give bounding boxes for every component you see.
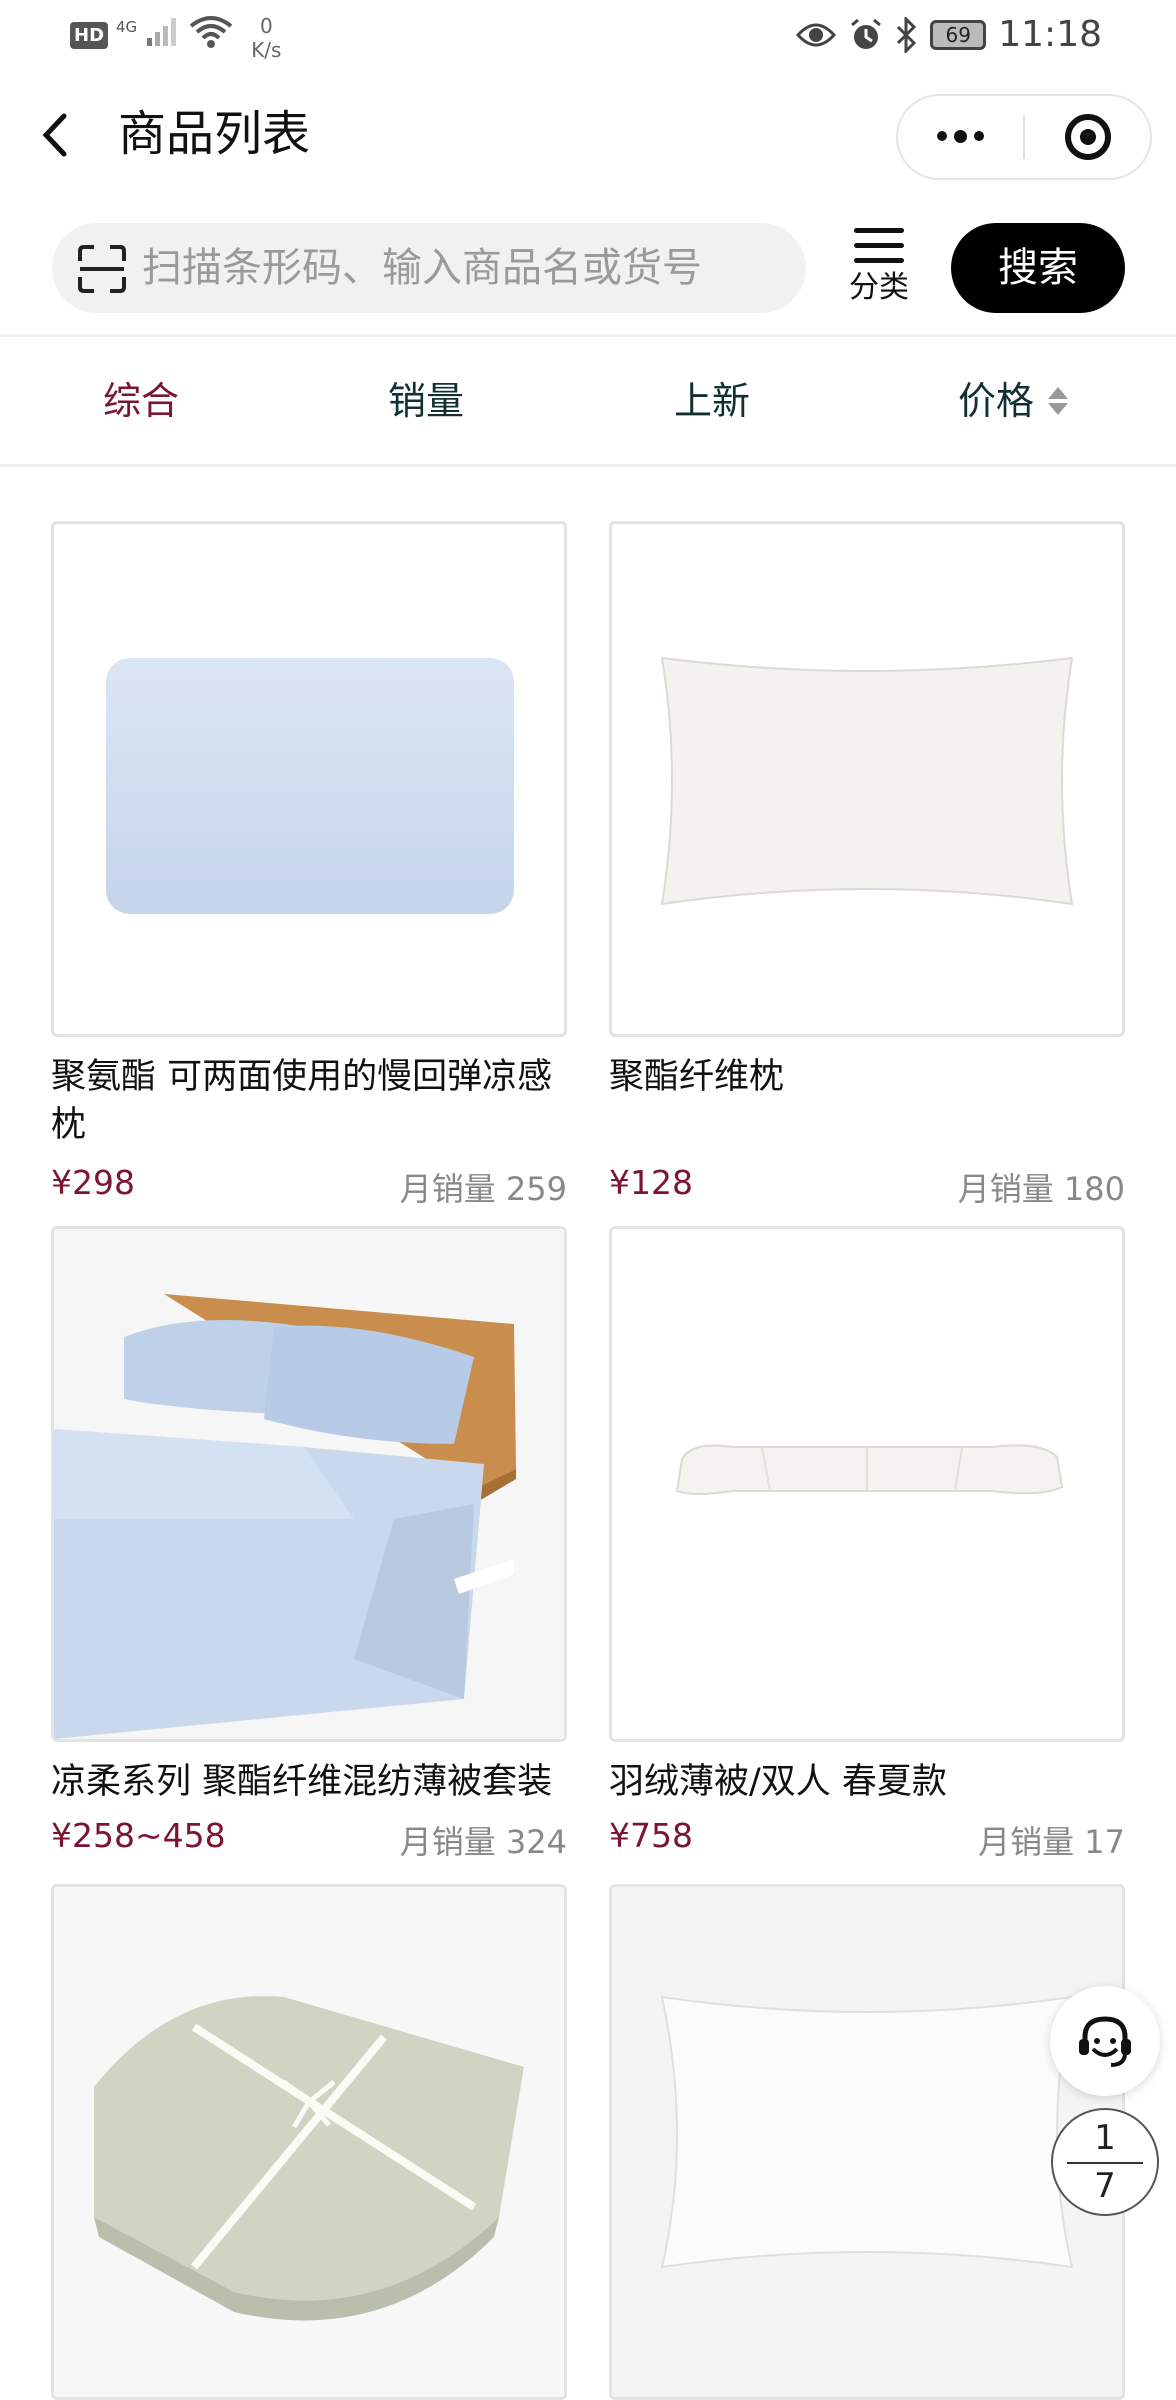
tab-new[interactable]: 上新 — [674, 338, 750, 464]
divider — [0, 334, 1176, 337]
close-mini-program-button[interactable] — [1025, 96, 1150, 178]
product-image[interactable] — [51, 1226, 567, 1742]
product-name: 凉柔系列 聚酯纤维混纺薄被套装 — [51, 1762, 553, 1802]
eye-icon — [796, 23, 837, 46]
tab-price-label: 价格 — [958, 379, 1035, 423]
list-icon — [854, 226, 904, 266]
product-sales: 月销量 324 — [399, 1823, 567, 1861]
headset-icon — [1079, 2016, 1131, 2067]
product-image[interactable] — [51, 1884, 567, 2400]
network-label: 4G — [116, 18, 138, 36]
chevron-left-icon — [42, 113, 67, 157]
search-row: 扫描条形码、输入商品名或货号 分类 搜索 — [0, 216, 1176, 326]
status-bar: HD 4G 0 K/s 69 11:18 — [0, 0, 1176, 76]
pillow-blue-image — [106, 658, 514, 914]
product-name: 羽绒薄被/双人 春夏款 — [609, 1762, 947, 1802]
product-image[interactable] — [609, 1226, 1125, 1742]
net-speed: 0 K/s — [251, 14, 281, 62]
product-image[interactable] — [609, 1884, 1125, 2400]
net-speed-unit: K/s — [251, 38, 282, 62]
folded-quilt-image — [54, 1887, 564, 2397]
product-price: ¥758 — [609, 1816, 693, 1855]
tab-sales[interactable]: 销量 — [388, 338, 464, 464]
search-button[interactable]: 搜索 — [951, 223, 1125, 313]
bed-set-image — [54, 1229, 564, 1739]
product-sales: 月销量 17 — [978, 1823, 1125, 1861]
customer-service-button[interactable] — [1050, 1986, 1160, 2096]
product-image[interactable] — [51, 521, 567, 1037]
search-placeholder: 扫描条形码、输入商品名或货号 — [142, 245, 702, 291]
bluetooth-icon — [897, 16, 917, 53]
alarm-icon — [851, 18, 882, 49]
product-price: ¥298 — [51, 1163, 135, 1202]
sort-arrows-icon — [1048, 383, 1069, 419]
more-button[interactable] — [898, 96, 1023, 178]
page-divider-line — [1067, 2162, 1143, 2164]
target-icon — [1064, 114, 1111, 160]
hd-badge: HD — [70, 22, 109, 49]
product-sales: 月销量 259 — [399, 1170, 567, 1208]
signal-icon — [147, 18, 177, 46]
wifi-icon — [189, 16, 233, 48]
down-pillow-image — [612, 1887, 1122, 2397]
product-price: ¥258~458 — [51, 1816, 226, 1855]
status-left: HD 4G 0 K/s — [70, 14, 281, 62]
tab-price[interactable]: 价格 — [958, 338, 1069, 464]
tab-comprehensive[interactable]: 综合 — [103, 338, 179, 464]
quilt-image — [675, 1444, 1064, 1495]
status-right: 69 11:18 — [796, 14, 1102, 55]
sort-tabs: 综合 销量 上新 价格 — [0, 338, 1176, 464]
product-image[interactable] — [609, 521, 1125, 1037]
more-dots-icon — [937, 130, 984, 143]
category-label: 分类 — [849, 270, 909, 305]
product-sales: 月销量 180 — [957, 1170, 1125, 1208]
nav-bar: 商品列表 — [0, 80, 1176, 190]
battery-icon: 69 — [930, 19, 987, 50]
clock: 11:18 — [998, 14, 1102, 55]
page-title: 商品列表 — [118, 106, 311, 162]
pillow-white-image — [660, 656, 1074, 906]
back-button[interactable] — [36, 110, 86, 160]
product-name: 聚氨酯 可两面使用的慢回弹凉感枕 — [51, 1057, 553, 1145]
category-button[interactable]: 分类 — [836, 226, 922, 316]
net-speed-value: 0 — [259, 14, 273, 38]
search-input[interactable]: 扫描条形码、输入商品名或货号 — [52, 223, 806, 313]
mini-program-capsule — [896, 94, 1152, 180]
scan-icon[interactable] — [76, 243, 128, 295]
product-price: ¥128 — [609, 1163, 693, 1202]
product-name: 聚酯纤维枕 — [609, 1057, 785, 1097]
divider — [0, 464, 1176, 467]
page-indicator: 1 7 — [1051, 2108, 1159, 2216]
page-total: 7 — [1094, 2166, 1116, 2206]
page-current: 1 — [1094, 2118, 1116, 2158]
